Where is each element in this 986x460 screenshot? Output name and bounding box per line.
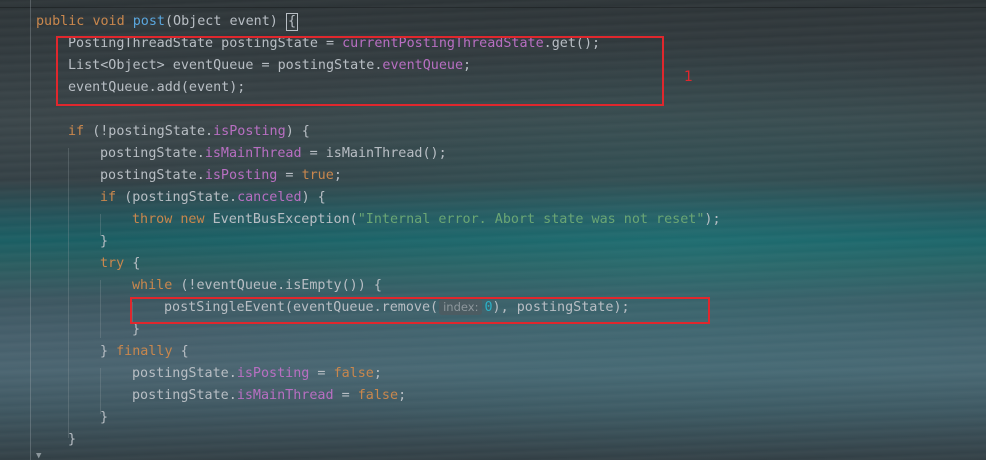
code-token: false [357,388,399,403]
highlight-box-2 [130,297,710,324]
code-token: ) { [285,124,310,139]
code-token: post [132,14,165,29]
code-token: postingState. [132,388,237,403]
code-line[interactable]: postingState.isPosting = true; [100,165,342,187]
code-token: = [333,388,358,403]
code-token: true [301,168,334,183]
indent-guide [100,280,101,338]
code-token: public [36,14,93,29]
code-token: "Internal error. Abort state was not res… [357,212,705,227]
code-line[interactable]: while (!eventQueue.isEmpty()) { [132,275,382,297]
code-token: canceled [237,190,302,205]
annotation-label-1: 1 [684,69,693,85]
code-token: if [68,124,93,139]
code-token: } [132,322,141,337]
code-token: (Object event) [165,14,286,29]
code-token: (postingState. [124,190,238,205]
fold-marker-icon[interactable]: ▼ [36,452,44,460]
code-token: postingState. [132,366,237,381]
code-token: if [100,190,125,205]
code-token: postingState. [100,146,205,161]
editor-top-divider [0,7,986,8]
code-token: ; [373,366,382,381]
code-token: } [100,234,109,249]
code-token: false [333,366,374,381]
code-token: ) { [301,190,326,205]
code-token: { [285,13,298,31]
code-line[interactable]: postingState.isMainThread = isMainThread… [100,143,447,165]
code-token: isPosting [204,168,278,183]
code-token: } [100,344,117,359]
code-line[interactable]: postingState.isPosting = false; [132,363,382,385]
code-token: isPosting [213,124,286,139]
code-token: postingState. [100,168,205,183]
code-token: (!eventQueue.isEmpty()) { [180,278,382,293]
code-token: ; [333,168,342,183]
code-line[interactable]: try { [100,253,140,275]
gutter-border [30,0,31,460]
code-line[interactable]: throw new EventBusException("Internal er… [132,209,721,231]
code-token: } [100,410,109,425]
code-token: void [92,14,133,29]
code-token: = [277,168,302,183]
code-line[interactable]: } [68,429,76,451]
code-token: (!postingState. [92,124,214,139]
code-token: { [180,344,189,359]
code-line[interactable]: } finally { [100,341,189,363]
code-token: = [309,366,334,381]
code-line[interactable]: if (!postingState.isPosting) { [68,121,310,143]
code-token: new [180,212,213,227]
code-token: throw [132,212,181,227]
code-token: EventBusException( [212,212,358,227]
highlight-box-1 [56,36,664,106]
code-token: = isMainThread(); [301,146,447,161]
code-token: { [132,256,141,271]
code-token: ; [398,388,407,403]
code-line[interactable]: postingState.isMainThread = false; [132,385,406,407]
code-token: while [132,278,181,293]
code-token: isMainThread [236,388,334,403]
code-token: try [100,256,133,271]
indent-guide [68,148,69,438]
code-line[interactable]: } [100,407,108,429]
code-token: isPosting [236,366,310,381]
code-line[interactable]: } [100,231,108,253]
code-line[interactable]: if (postingState.canceled) { [100,187,326,209]
code-line[interactable]: public void post(Object event) { [36,11,298,33]
code-token: finally [116,344,181,359]
code-token: } [68,432,77,447]
code-token: ); [704,212,721,227]
code-token: isMainThread [204,146,302,161]
